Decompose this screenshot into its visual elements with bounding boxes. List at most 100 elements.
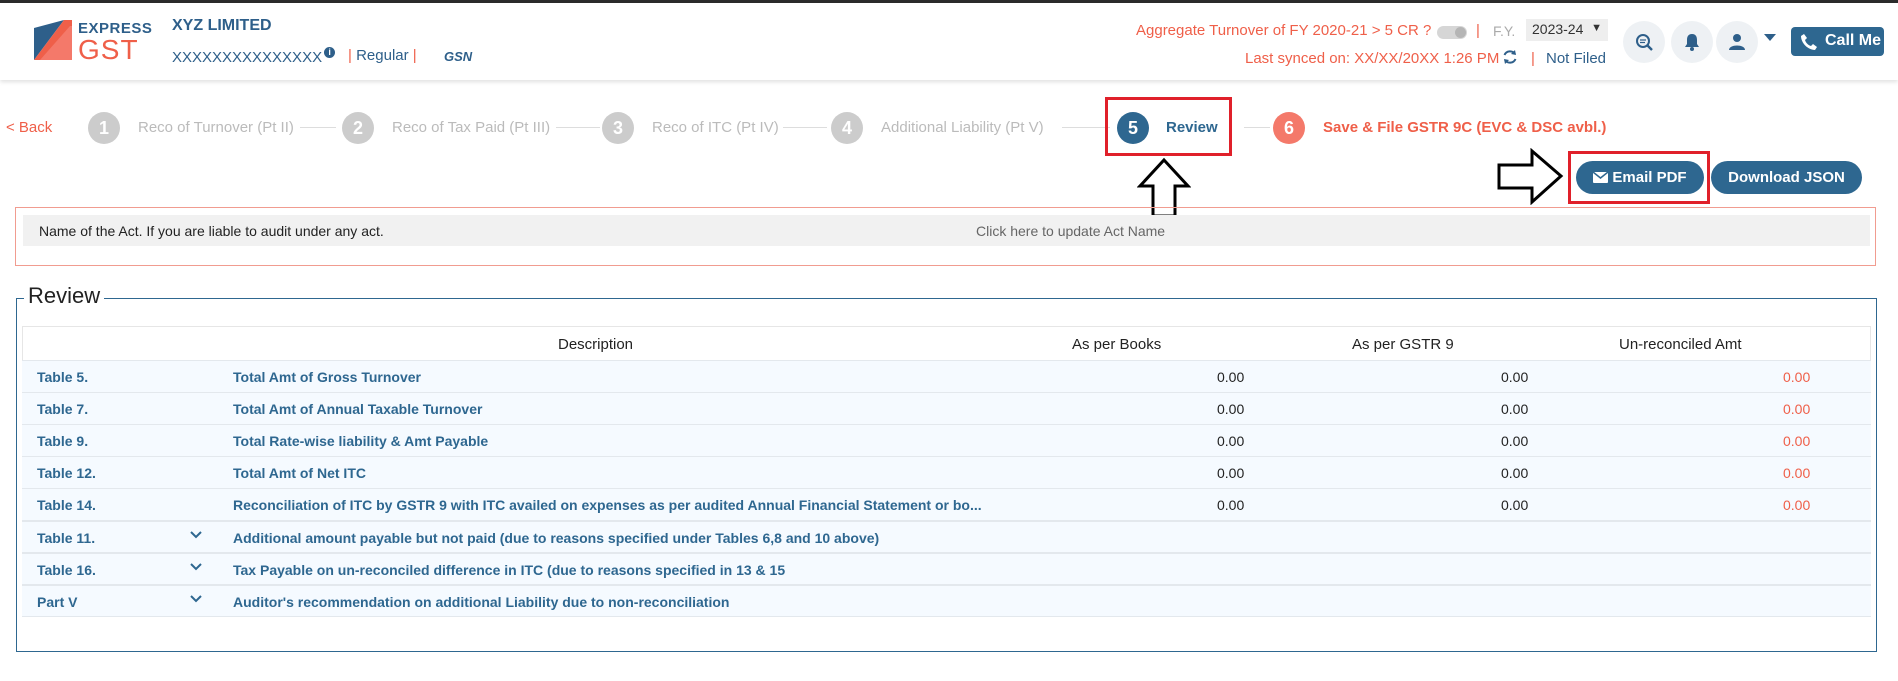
fy-label: F.Y. [1493, 23, 1516, 39]
email-pdf-button[interactable]: Email PDF [1576, 161, 1704, 194]
envelope-icon [1592, 171, 1609, 183]
fy-value: 2023-24 [1532, 21, 1584, 37]
company-name: XYZ LIMITED [172, 17, 272, 34]
step-connector [1244, 127, 1270, 128]
gstr9-value: 0.00 [1501, 497, 1529, 513]
gstr9-value: 0.00 [1501, 433, 1529, 449]
call-me-button[interactable]: Call Me [1791, 27, 1884, 56]
table-bottom-border [22, 616, 1871, 617]
expandable-row[interactable]: Table 11. Additional amount payable but … [22, 520, 1871, 552]
act-name-row: Name of the Act. If you are liable to au… [23, 215, 1870, 246]
column-header-gstr9: As per GSTR 9 [1352, 336, 1454, 353]
separator: | [412, 47, 417, 64]
aggregate-turnover-label: Aggregate Turnover of FY 2020-21 > 5 CR … [1136, 22, 1432, 39]
row-description: Total Amt of Net ITC [233, 465, 366, 481]
express-gst-logo[interactable]: EXPRESS GST [34, 18, 152, 66]
separator: | [348, 47, 352, 64]
notifications-button[interactable] [1671, 21, 1713, 63]
fy-select[interactable]: 2023-24 ▼ [1526, 19, 1608, 41]
unreconciled-value: 0.00 [1783, 369, 1811, 385]
search-doc-button[interactable] [1623, 21, 1665, 63]
books-value: 0.00 [1217, 401, 1245, 417]
gstin-text: XXXXXXXXXXXXXXX [172, 49, 323, 66]
taxpayer-type-label: Regular [356, 47, 409, 64]
step-connector [1062, 127, 1110, 128]
step-number: 6 [1273, 112, 1305, 144]
books-value: 0.00 [1217, 369, 1245, 385]
table-ref: Table 16. [37, 562, 96, 578]
table-row[interactable]: Table 5. Total Amt of Gross Turnover 0.0… [22, 360, 1871, 392]
filing-status: Not Filed [1546, 50, 1607, 67]
unreconciled-value: 0.00 [1783, 433, 1811, 449]
update-act-name-link[interactable]: Click here to update Act Name [976, 223, 1165, 239]
review-step-highlight [1105, 97, 1232, 156]
app-header: EXPRESS GST XYZ LIMITED XXXXXXXXXXXXXXX i… [0, 3, 1898, 80]
info-icon[interactable]: i [324, 47, 336, 58]
table-ref: Table 11. [37, 530, 96, 546]
gstin-value: XXXXXXXXXXXXXXX i [172, 47, 336, 66]
expandable-row[interactable]: Table 16. Tax Payable on un-reconciled d… [22, 552, 1871, 584]
logo-gst-text: GST [78, 34, 139, 65]
step-label: Reco of ITC (Pt IV) [652, 119, 779, 136]
column-header-books: As per Books [1072, 336, 1162, 353]
gstr9-value: 0.00 [1501, 465, 1529, 481]
step-number: 1 [88, 112, 120, 144]
gstr9-value: 0.00 [1501, 369, 1529, 385]
act-name-panel: Name of the Act. If you are liable to au… [15, 207, 1876, 266]
books-value: 0.00 [1217, 433, 1245, 449]
chevron-down-icon[interactable] [189, 528, 203, 542]
chevron-down-icon: ▼ [1591, 22, 1602, 34]
step-connector [783, 127, 827, 128]
column-header-description: Description [558, 336, 634, 353]
step-label: Save & File GSTR 9C (EVC & DSC avbl.) [1323, 119, 1607, 136]
bell-icon [1685, 34, 1699, 51]
act-name-label: Name of the Act. If you are liable to au… [39, 223, 384, 239]
logo-mark-icon [34, 20, 72, 60]
last-synced: Last synced on: XX/XX/20XX 1:26 PM [1245, 50, 1500, 67]
table-row[interactable]: Table 14. Reconciliation of ITC by GSTR … [22, 488, 1871, 520]
chevron-down-icon[interactable] [189, 560, 203, 574]
user-menu-button[interactable] [1716, 21, 1758, 63]
right-arrow-icon [1497, 148, 1564, 205]
row-description: Additional amount payable but not paid (… [233, 530, 880, 546]
gstr9-value: 0.00 [1501, 401, 1529, 417]
column-header-unreconciled: Un-reconciled Amt [1619, 336, 1742, 353]
table-row[interactable]: Table 9. Total Rate-wise liability & Amt… [22, 424, 1871, 456]
table-ref: Part V [37, 594, 78, 610]
sync-icon[interactable] [1502, 49, 1518, 70]
step-connector [556, 127, 600, 128]
row-description: Reconciliation of ITC by GSTR 9 with ITC… [233, 497, 982, 513]
table-ref: Table 5. [37, 369, 89, 385]
row-description: Total Amt of Annual Taxable Turnover [233, 401, 483, 417]
taxpayer-type: | Regular | [348, 47, 417, 64]
table-row[interactable]: Table 7. Total Amt of Annual Taxable Tur… [22, 392, 1871, 424]
table-ref: Table 12. [37, 465, 96, 481]
books-value: 0.00 [1217, 465, 1245, 481]
row-description: Total Rate-wise liability & Amt Payable [233, 433, 489, 449]
row-description: Auditor's recommendation on additional L… [233, 594, 730, 610]
aggregate-turnover-toggle[interactable] [1437, 26, 1467, 39]
step-number: 4 [831, 112, 863, 144]
chevron-down-icon[interactable] [1764, 34, 1776, 41]
unreconciled-value: 0.00 [1783, 497, 1811, 513]
unreconciled-value: 0.00 [1783, 401, 1811, 417]
step-label: Reco of Turnover (Pt II) [138, 119, 294, 136]
search-doc-icon [1636, 34, 1653, 51]
call-me-label: Call Me [1825, 32, 1882, 49]
user-icon [1729, 34, 1745, 50]
row-description: Tax Payable on un-reconciled difference … [233, 562, 786, 578]
step-label: Additional Liability (Pt V) [881, 119, 1044, 136]
table-row[interactable]: Table 12. Total Amt of Net ITC 0.00 0.00… [22, 456, 1871, 488]
unreconciled-value: 0.00 [1783, 465, 1811, 481]
step-number: 2 [342, 112, 374, 144]
step-label: Reco of Tax Paid (Pt III) [392, 119, 551, 136]
separator: | [1531, 50, 1535, 67]
download-json-button[interactable]: Download JSON [1711, 161, 1862, 194]
back-link[interactable]: < Back [6, 119, 52, 136]
separator: | [1476, 22, 1480, 39]
books-value: 0.00 [1217, 497, 1245, 513]
table-header: Description As per Books As per GSTR 9 U… [22, 326, 1871, 360]
chevron-down-icon[interactable] [189, 592, 203, 606]
expandable-row[interactable]: Part V Auditor's recommendation on addit… [22, 584, 1871, 616]
step-number: 3 [602, 112, 634, 144]
